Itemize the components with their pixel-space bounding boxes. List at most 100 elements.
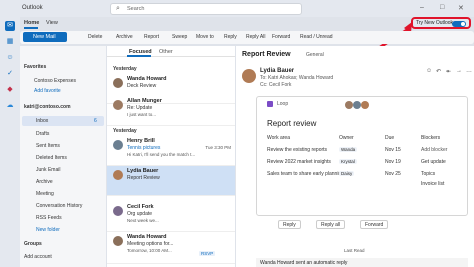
onedrive-icon[interactable]: ☁ [5, 101, 15, 111]
account-header[interactable]: katri@contoso.com [24, 104, 71, 110]
reply-all-icon[interactable]: ↞ [446, 68, 451, 75]
message-preview: I just want to... [127, 112, 157, 117]
office-icon[interactable]: ◆ [5, 85, 15, 95]
favorites-header[interactable]: Favorites [24, 64, 46, 70]
tab-view[interactable]: View [46, 20, 58, 26]
blocker-cell[interactable]: Invoice list [421, 181, 444, 187]
blocker-cell[interactable]: Add blocker [421, 147, 447, 153]
folder-rss-feeds[interactable]: RSS Feeds [36, 215, 62, 221]
todo-icon[interactable]: ✓ [5, 69, 15, 79]
inbox-count: 6 [94, 118, 97, 124]
avatar [113, 206, 123, 216]
folder-meeting[interactable]: Meeting [36, 191, 54, 197]
more-icon[interactable]: … [466, 68, 472, 74]
reply-all-action-button[interactable]: Reply all [316, 220, 346, 229]
delete-button[interactable]: Delete [88, 34, 102, 40]
avatar [113, 140, 123, 150]
collaborator-avatar [345, 101, 353, 109]
tab-home[interactable]: Home [24, 20, 39, 26]
email-to: To: Katri Ahokas; Wanda Howard [260, 75, 334, 81]
collaborator-avatar [353, 101, 361, 109]
message-sender: Henry Brill [127, 138, 155, 144]
owner-chip[interactable]: Daisy [339, 171, 355, 176]
message-item[interactable]: Wanda Howard Meeting options for... Tomo… [107, 232, 235, 264]
message-sender: Allan Munger [127, 98, 162, 104]
loop-logo-icon [267, 101, 273, 107]
group-header: Yesterday [113, 66, 137, 72]
tab-indicator [24, 27, 38, 29]
sweep-button[interactable]: Sweep [172, 34, 187, 40]
email-cc: Cc: Cecil Fork [260, 82, 292, 88]
message-time: Tue 3:30 PM [205, 145, 231, 150]
forward-action-button[interactable]: Forward [360, 220, 389, 229]
message-item[interactable]: Henry Brill Tennis pictures Hi Katri, I'… [107, 136, 235, 166]
reply-icon[interactable]: ↶ [436, 68, 441, 75]
message-sender: Lydia Bauer [127, 168, 159, 174]
message-subject: Report Review [127, 175, 160, 181]
message-preview: Hi Katri, I'll send you the match t... [127, 152, 196, 157]
col-header-blockers: Blockers [421, 135, 441, 141]
reply-button[interactable]: Reply [224, 34, 237, 40]
sender-avatar [242, 69, 256, 83]
folder-archive[interactable]: Archive [36, 179, 53, 185]
message-preview: Tomorrow, 10:00 AM... [127, 248, 172, 253]
folder-conversation-history[interactable]: Conversation History [36, 203, 82, 209]
folder-deleted-items[interactable]: Deleted Items [36, 155, 67, 161]
avatar [113, 236, 123, 246]
col-header-work-area: Work area [267, 135, 290, 141]
focused-other-tabs: Focused Other [107, 46, 235, 57]
inbox-selected-bg [22, 116, 104, 126]
loop-title: Report review [267, 119, 317, 128]
owner-chip[interactable]: Krystal [339, 159, 357, 164]
tab-other[interactable]: Other [159, 49, 173, 55]
collaborator-avatar [361, 101, 369, 109]
last-read-divider: Last Read [344, 248, 365, 253]
col-header-due: Due [385, 135, 395, 141]
channel-label[interactable]: General [306, 52, 324, 58]
add-favorite-link[interactable]: Add favorite [34, 88, 61, 94]
owner-chip[interactable]: Wanda [339, 147, 358, 152]
reply-action-button[interactable]: Reply [278, 220, 301, 229]
folder-drafts[interactable]: Drafts [36, 131, 49, 137]
folder-contoso-expenses[interactable]: Contoso Expenses [34, 78, 76, 84]
report-button[interactable]: Report [144, 34, 159, 40]
rsvp-badge[interactable]: RSVP [199, 251, 216, 256]
email-from[interactable]: Lydia Bauer [260, 68, 294, 74]
message-subject: Deck Review [127, 83, 157, 89]
folder-junk-email[interactable]: Junk Email [36, 167, 60, 173]
auto-reply-message[interactable]: Wanda Howard sent an automatic reply [256, 258, 468, 267]
loop-component[interactable]: Loop Report review Work area Owner Due B… [256, 96, 468, 216]
message-subject: Meeting options for... [127, 241, 174, 247]
new-mail-button[interactable]: New Mail [23, 32, 67, 42]
message-item[interactable]: Cecil Fork Org update Next week we... [107, 202, 235, 232]
reply-all-button[interactable]: Reply All [246, 34, 265, 40]
avatar [113, 170, 123, 180]
new-folder-link[interactable]: New folder [36, 227, 60, 233]
people-icon[interactable]: ☺ [5, 53, 15, 63]
forward-button[interactable]: Forward [272, 34, 290, 40]
due-cell: Nov 19 [385, 159, 401, 165]
message-item-selected[interactable]: Lydia Bauer Report Review [107, 166, 235, 196]
emoji-icon[interactable]: ☺ [426, 68, 432, 74]
blocker-cell[interactable]: Topics [421, 171, 435, 177]
reading-pane: Report Review General Lydia Bauer To: Ka… [236, 46, 474, 267]
folder-sent-items[interactable]: Sent Items [36, 143, 60, 149]
archive-button[interactable]: Archive [116, 34, 133, 40]
folder-inbox[interactable]: Inbox [36, 118, 48, 124]
message-item[interactable]: Allan Munger Re: Update I just want to..… [107, 96, 235, 126]
message-list: Focused Other Yesterday Wanda Howard Dec… [107, 46, 235, 267]
move-to-button[interactable]: Move to [196, 34, 214, 40]
mail-icon[interactable]: ✉ [5, 21, 15, 31]
groups-header[interactable]: Groups [24, 241, 42, 247]
add-account-link[interactable]: Add account [24, 254, 52, 260]
message-subject: Re: Update [127, 105, 153, 111]
message-subject: Org update [127, 211, 153, 217]
message-sender: Cecil Fork [127, 204, 154, 210]
calendar-icon[interactable]: ▦ [5, 37, 15, 47]
focused-underline [127, 55, 151, 57]
read-unread-button[interactable]: Read / Unread [300, 34, 333, 40]
blocker-cell[interactable]: Get update [421, 159, 446, 165]
forward-icon[interactable]: → [456, 68, 462, 74]
ribbon: New Mail Delete Archive Report Sweep Mov… [20, 31, 474, 44]
work-area-cell: Review the existing reports [267, 147, 328, 153]
